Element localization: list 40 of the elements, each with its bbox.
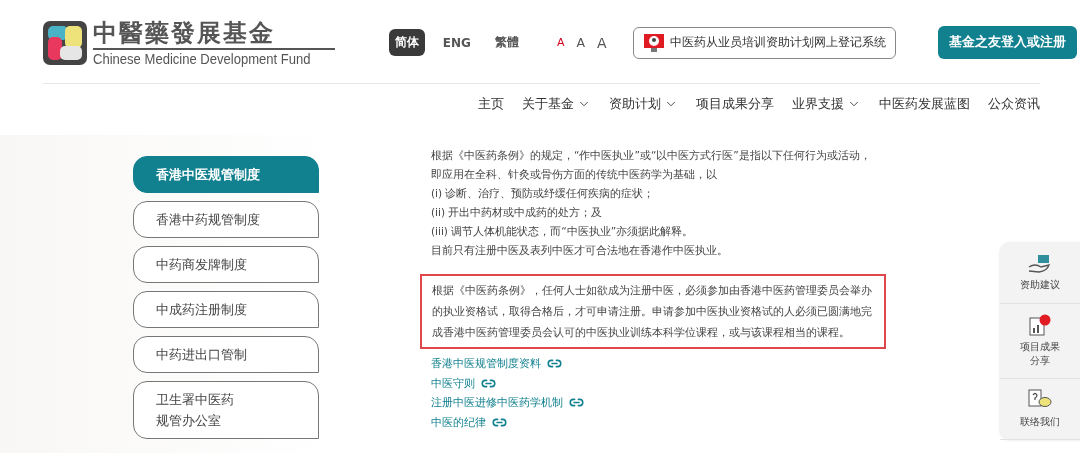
language-button[interactable]: 繁體	[488, 29, 525, 56]
paragraph: (i) 诊断、治疗、预防或纾缓任何疾病的症状；	[430, 186, 656, 201]
logo-title: 中醫藥發展基金	[93, 17, 335, 50]
sidebar-item[interactable]: 香港中药规管制度	[133, 201, 319, 238]
nav-item[interactable]: 业界支援	[792, 95, 861, 113]
document-link[interactable]: 中医的纪律	[420, 412, 518, 432]
nav-item[interactable]: 项目成果分享	[696, 95, 774, 113]
nav-item[interactable]: 公众资讯	[988, 95, 1040, 113]
language-button[interactable]: 简体	[388, 29, 425, 56]
sidebar-item[interactable]: 中成药注册制度	[133, 291, 319, 328]
registration-system-button[interactable]: 中医药从业员培训资助计划网上登记系统	[632, 26, 896, 59]
paragraph: (iii) 调节人体机能状态，而“中医执业”亦须据此解释。	[430, 224, 695, 239]
language-button[interactable]: ENG	[436, 30, 477, 55]
sidebar-item[interactable]: 中药商发牌制度	[133, 246, 319, 283]
quick-link-button[interactable]: 项目成果 分享	[1000, 304, 1080, 379]
font-size-button[interactable]: A	[576, 35, 585, 50]
logo-icon	[43, 20, 87, 65]
nav-item[interactable]: 主页	[478, 95, 504, 113]
sidebar-item[interactable]: 香港中医规管制度	[133, 156, 319, 193]
hand-money-icon	[1027, 254, 1053, 274]
sidebar-item[interactable]: 卫生署中医药 规管办公室	[133, 381, 319, 439]
paragraph: (ii) 开出中药材或中成药的处方；及	[430, 205, 604, 220]
document-link[interactable]: 注册中医进修中医药学机制	[420, 393, 595, 413]
monitor-icon	[642, 32, 665, 53]
font-size-button[interactable]: A	[556, 36, 565, 49]
highlighted-paragraph: 根据《中医药条例》，任何人士如欲成为注册中医，必须参加由香港中医药管理委员会举办的执业资格试，取得合格后，才可申请注册。申请参加中医执业资格试的人必须已圆满地完成香港中医药管理委员会认可的中医执业训练本科学位课程，或与该课程相当的课程。	[420, 274, 886, 349]
report-chart-icon	[1029, 314, 1051, 336]
nav-item[interactable]: 中医药发展蓝图	[879, 95, 970, 113]
login-button[interactable]: 基金之友登入或注册	[937, 26, 1077, 59]
font-size-button[interactable]: A	[597, 34, 607, 51]
quick-link-button[interactable]: 资助建议	[1000, 243, 1080, 304]
document-link[interactable]: 中医守则	[420, 373, 507, 393]
quick-link-button[interactable]: 联络我们	[1000, 379, 1080, 440]
nav-item[interactable]: 资助计划	[609, 95, 678, 113]
nav-item[interactable]: 关于基金	[522, 95, 591, 113]
paragraph: 根据《中医药条例》的规定，“作中医执业”或“以中医方式行医”是指以下任何行为或活动，即应用在全科、针灸或骨伤方面的传统中医药学为基础，以	[430, 148, 872, 182]
document-link[interactable]: 香港中医规管制度资料	[420, 354, 573, 374]
logo-subtitle: Chinese Medicine Development Fund	[93, 49, 311, 68]
paragraph: 目前只有注册中医及表列中医才可合法地在香港作中医执业。	[430, 243, 729, 258]
sidebar-item[interactable]: 中药进出口管制	[133, 336, 319, 373]
